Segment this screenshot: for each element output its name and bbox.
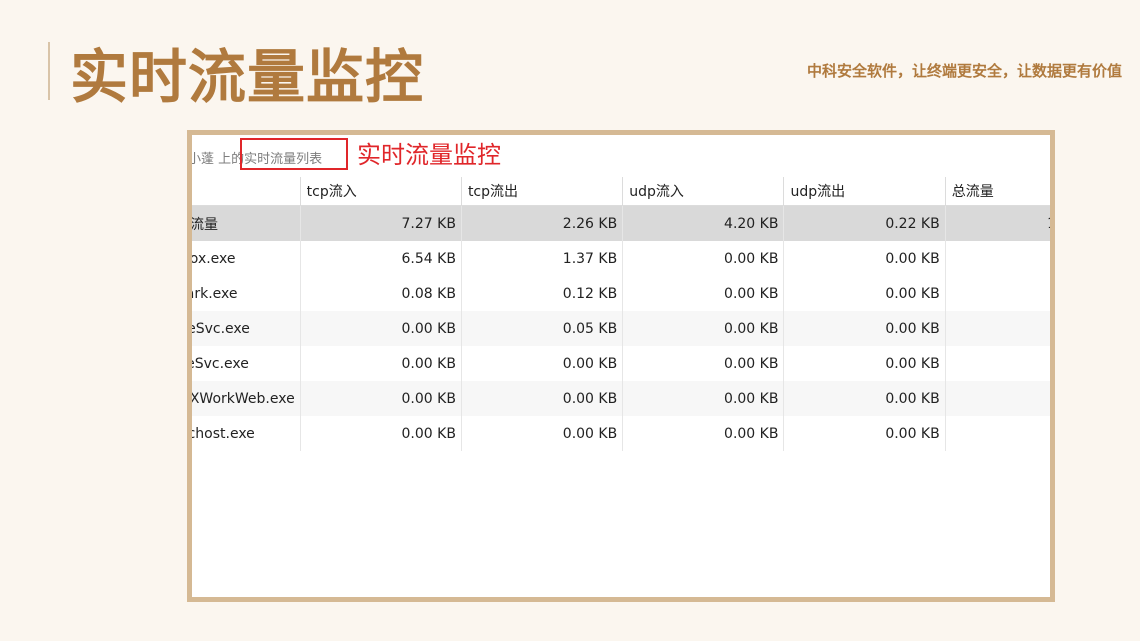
table-header-row: tcp流入 tcp流出 udp流入 udp流出 总流量 bbox=[192, 177, 1050, 206]
tcp-out-cell: 0.05 KB bbox=[461, 311, 624, 346]
column-header-total[interactable]: 总流量 bbox=[945, 177, 1050, 206]
process-name-text: Spark.exe bbox=[192, 285, 238, 302]
process-name: firefox.exe bbox=[192, 241, 301, 276]
total-cell bbox=[945, 346, 1050, 381]
udp-in-cell: 0.00 KB bbox=[622, 381, 785, 416]
table-row[interactable]: Spark.exe 0.08 KB 0.12 KB 0.00 KB 0.00 K… bbox=[192, 276, 1050, 311]
total-cell bbox=[945, 311, 1050, 346]
column-header-udp-in[interactable]: udp流入 bbox=[622, 177, 785, 206]
process-name-text: 全部流量 bbox=[192, 216, 218, 233]
total-cell bbox=[945, 416, 1050, 451]
annotation-label: 实时流量监控 bbox=[357, 141, 501, 169]
highlight-box bbox=[240, 138, 348, 170]
window-header: 小蓬 上的实时流量列表 实时流量监控 bbox=[192, 135, 1050, 181]
tcp-in-cell: 0.00 KB bbox=[300, 346, 462, 381]
udp-in-cell: 0.00 KB bbox=[622, 416, 785, 451]
column-header-udp-out[interactable]: udp流出 bbox=[783, 177, 946, 206]
udp-in-cell: 0.00 KB bbox=[622, 276, 785, 311]
table-row-total[interactable]: 全部流量 7.27 KB 2.26 KB 4.20 KB 0.22 KB 1 bbox=[192, 205, 1050, 241]
tcp-in-cell: 0.00 KB bbox=[300, 416, 462, 451]
process-name: ServiceSvc.exe bbox=[192, 311, 301, 346]
tcp-in-cell: 0.08 KB bbox=[300, 276, 462, 311]
tcp-out-cell: 2.26 KB bbox=[461, 205, 624, 241]
tcp-out-cell: 0.00 KB bbox=[461, 346, 624, 381]
udp-out-cell: 0.00 KB bbox=[783, 241, 946, 276]
process-name: UpdateSvc.exe bbox=[192, 346, 301, 381]
total-cell: 1 bbox=[945, 205, 1050, 241]
total-cell bbox=[945, 241, 1050, 276]
process-name-text: firefox.exe bbox=[192, 250, 236, 267]
process-name: WXWorkWeb.exe bbox=[192, 381, 301, 416]
column-header-tcp-out[interactable]: tcp流出 bbox=[461, 177, 624, 206]
process-name-text: UpdateSvc.exe bbox=[192, 355, 249, 372]
tcp-in-cell: 6.54 KB bbox=[300, 241, 462, 276]
tcp-out-cell: 0.00 KB bbox=[461, 416, 624, 451]
udp-out-cell: 0.00 KB bbox=[783, 276, 946, 311]
table-row[interactable]: svchost.exe 0.00 KB 0.00 KB 0.00 KB 0.00… bbox=[192, 416, 1050, 451]
process-name-text: svchost.exe bbox=[192, 425, 255, 442]
table-row[interactable]: firefox.exe 6.54 KB 1.37 KB 0.00 KB 0.00… bbox=[192, 241, 1050, 276]
process-name: Spark.exe bbox=[192, 276, 301, 311]
title-accent-bar bbox=[48, 42, 50, 100]
tcp-out-cell: 0.00 KB bbox=[461, 381, 624, 416]
slide-title: 实时流量监控 bbox=[70, 43, 425, 111]
process-name-text: WXWorkWeb.exe bbox=[192, 390, 295, 407]
udp-out-cell: 0.00 KB bbox=[783, 311, 946, 346]
process-name: 全部流量 bbox=[192, 205, 301, 241]
total-cell bbox=[945, 381, 1050, 416]
total-cell bbox=[945, 276, 1050, 311]
traffic-table: tcp流入 tcp流出 udp流入 udp流出 总流量 全部流量 7.27 KB… bbox=[192, 177, 1050, 451]
table-row[interactable]: ServiceSvc.exe 0.00 KB 0.05 KB 0.00 KB 0… bbox=[192, 311, 1050, 346]
tcp-in-cell: 0.00 KB bbox=[300, 381, 462, 416]
udp-out-cell: 0.22 KB bbox=[783, 205, 946, 241]
udp-in-cell: 0.00 KB bbox=[622, 241, 785, 276]
tcp-out-cell: 1.37 KB bbox=[461, 241, 624, 276]
column-header-tcp-in[interactable]: tcp流入 bbox=[300, 177, 462, 206]
table-row[interactable]: WXWorkWeb.exe 0.00 KB 0.00 KB 0.00 KB 0.… bbox=[192, 381, 1050, 416]
column-header-process[interactable] bbox=[192, 177, 301, 206]
udp-in-cell: 4.20 KB bbox=[622, 205, 785, 241]
udp-out-cell: 0.00 KB bbox=[783, 381, 946, 416]
tcp-out-cell: 0.12 KB bbox=[461, 276, 624, 311]
screenshot-frame: 小蓬 上的实时流量列表 实时流量监控 tcp流入 tcp流出 udp流入 udp… bbox=[187, 130, 1055, 602]
udp-in-cell: 0.00 KB bbox=[622, 346, 785, 381]
process-name: svchost.exe bbox=[192, 416, 301, 451]
slide-slogan: 中科安全软件，让终端更安全，让数据更有价值 bbox=[806, 62, 1122, 80]
udp-out-cell: 0.00 KB bbox=[783, 346, 946, 381]
tcp-in-cell: 0.00 KB bbox=[300, 311, 462, 346]
table-row[interactable]: UpdateSvc.exe 0.00 KB 0.00 KB 0.00 KB 0.… bbox=[192, 346, 1050, 381]
process-name-text: ServiceSvc.exe bbox=[192, 320, 250, 337]
tcp-in-cell: 7.27 KB bbox=[300, 205, 462, 241]
udp-in-cell: 0.00 KB bbox=[622, 311, 785, 346]
udp-out-cell: 0.00 KB bbox=[783, 416, 946, 451]
